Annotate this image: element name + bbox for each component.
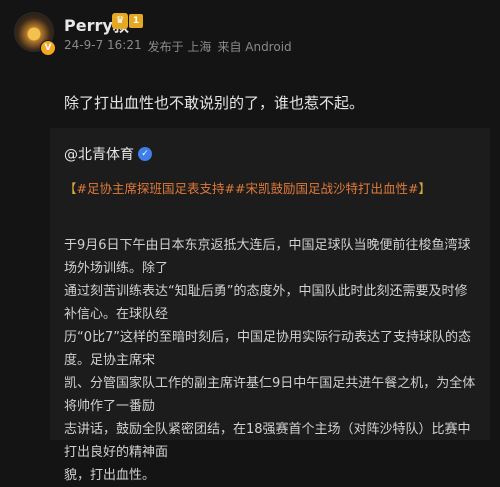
vip-badge[interactable]: ♛ 1	[112, 12, 143, 30]
level-badge: 1	[129, 14, 143, 28]
hashtag-bracket-open: 【	[64, 181, 77, 196]
hashtag-bracket-close: 】	[418, 181, 431, 196]
post-timestamp: 24-9-7 16:21	[64, 38, 142, 52]
post-text: 除了打出血性也不敢说别的了，谁也惹不起。	[64, 94, 365, 112]
verified-icon: ✓	[138, 147, 152, 161]
body-line: 志讲话，鼓励全队紧密团结，在18强赛首个主场（对阵沙特队）比赛中打出良好的精神面	[64, 422, 471, 460]
crown-icon: ♛	[112, 13, 128, 29]
quoted-author-name[interactable]: @北青体育	[64, 144, 134, 164]
quoted-body: 于9月6日下午由日本东京返抵大连后，中国足球队当晚便前往梭鱼湾球场外场训练。除了…	[64, 234, 478, 487]
hashtag-line: 【 #足协主席探班国足表支持# #宋凯鼓励国足战沙特打出血性# 】	[64, 178, 431, 197]
body-line: 通过刻苦训练表达“知耻后勇”的态度外，中国队此时此刻还需要及时修补信心。在球队经	[64, 284, 468, 322]
post-device: 来自 Android	[217, 40, 292, 54]
body-line: 凯、分管国家队工作的副主席许基仁9日中午国足共进午餐之机，为全体将帅作了一番励	[64, 376, 476, 414]
post-location: 发布于 上海	[147, 40, 212, 54]
body-line: 貌，打出血性。	[64, 468, 156, 483]
quoted-author[interactable]: @北青体育 ✓	[64, 144, 152, 164]
post-meta: 24-9-7 16:21 发布于 上海 来自 Android	[64, 38, 292, 55]
body-line: 于9月6日下午由日本东京返抵大连后，中国足球队当晚便前往梭鱼湾球场外场训练。除了	[64, 238, 471, 276]
hashtag-link[interactable]: #宋凯鼓励国足战沙特打出血性#	[235, 178, 418, 197]
verified-user-badge-icon: V	[40, 40, 56, 56]
hashtag-link[interactable]: #足协主席探班国足表支持#	[77, 178, 235, 197]
body-line: 历“0比7”这样的至暗时刻后，中国足协用实际行动表达了支持球队的态度。足协主席宋	[64, 330, 472, 368]
